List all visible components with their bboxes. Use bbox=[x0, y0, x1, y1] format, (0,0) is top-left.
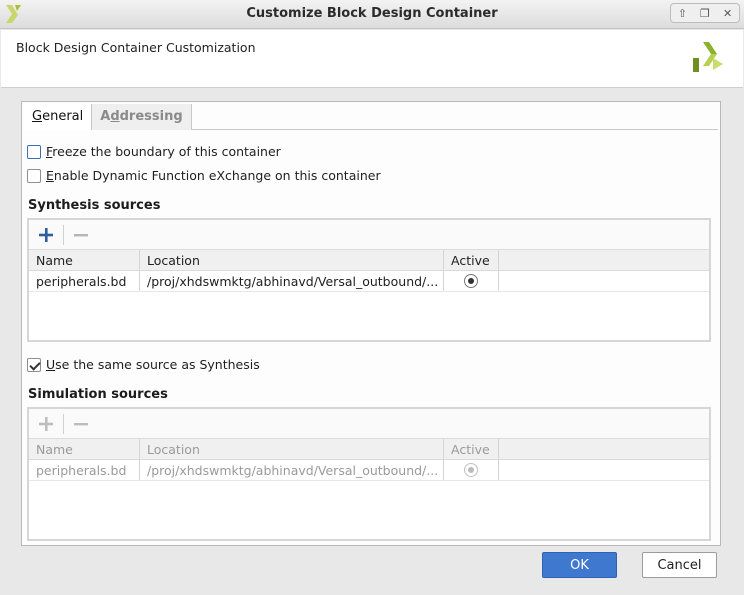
window-title: Customize Block Design Container bbox=[246, 6, 498, 21]
minus-icon bbox=[74, 422, 88, 425]
remove-synthesis-source-button[interactable] bbox=[70, 224, 92, 246]
column-location[interactable]: Location bbox=[140, 439, 444, 459]
window-controls: ⇧ ❐ ✕ bbox=[670, 3, 740, 23]
column-name[interactable]: Name bbox=[29, 439, 140, 459]
synthesis-grid: Name Location Active peripherals.bd /pro… bbox=[29, 250, 709, 292]
simulation-grid: Name Location Active peripherals.bd /pro… bbox=[29, 439, 709, 481]
move-up-icon[interactable]: ⇧ bbox=[673, 7, 691, 20]
simulation-sources-title: Simulation sources bbox=[28, 387, 168, 402]
freeze-boundary-label: Freeze the boundary of this container bbox=[46, 144, 281, 159]
column-active[interactable]: Active bbox=[444, 250, 499, 270]
row-name: peripherals.bd bbox=[29, 271, 140, 291]
close-icon[interactable]: ✕ bbox=[719, 7, 737, 20]
simulation-sources-table: Name Location Active peripherals.bd /pro… bbox=[27, 407, 711, 541]
column-active[interactable]: Active bbox=[444, 439, 499, 459]
row-name: peripherals.bd bbox=[29, 460, 140, 480]
synthesis-sources-table: Name Location Active peripherals.bd /pro… bbox=[27, 218, 711, 342]
tab-general[interactable]: General bbox=[24, 104, 93, 130]
tab-bar: General Addressing bbox=[24, 104, 718, 130]
dfx-option[interactable]: Enable Dynamic Function eXchange on this… bbox=[27, 168, 381, 183]
column-name[interactable]: Name bbox=[29, 250, 140, 270]
cancel-button[interactable]: Cancel bbox=[642, 552, 717, 578]
tab-addressing[interactable]: Addressing bbox=[92, 104, 192, 130]
table-header: Name Location Active bbox=[29, 250, 709, 271]
settings-panel: General Addressing Freeze the boundary o… bbox=[21, 101, 721, 546]
ok-button[interactable]: OK bbox=[542, 552, 617, 578]
plus-icon bbox=[39, 416, 53, 431]
same-source-checkbox[interactable] bbox=[27, 357, 41, 372]
row-location: /proj/xhdswmktg/abhinavd/Versal_outbound… bbox=[140, 460, 444, 480]
simulation-toolbar bbox=[29, 409, 709, 439]
active-radio[interactable] bbox=[464, 463, 478, 477]
plus-icon bbox=[39, 227, 53, 242]
restore-icon[interactable]: ❐ bbox=[696, 7, 714, 20]
active-radio[interactable] bbox=[464, 274, 478, 288]
page-title: Block Design Container Customization bbox=[16, 40, 256, 55]
add-synthesis-source-button[interactable] bbox=[35, 224, 57, 246]
freeze-boundary-option[interactable]: Freeze the boundary of this container bbox=[27, 144, 281, 159]
dialog-header: Block Design Container Customization bbox=[1, 30, 743, 88]
same-source-label: Use the same source as Synthesis bbox=[46, 357, 260, 372]
remove-simulation-source-button[interactable] bbox=[70, 413, 92, 435]
synthesis-toolbar bbox=[29, 220, 709, 250]
table-row[interactable]: peripherals.bd /proj/xhdswmktg/abhinavd/… bbox=[29, 271, 709, 292]
row-location: /proj/xhdswmktg/abhinavd/Versal_outbound… bbox=[140, 271, 444, 291]
column-location[interactable]: Location bbox=[140, 250, 444, 270]
same-source-option[interactable]: Use the same source as Synthesis bbox=[27, 357, 260, 372]
vendor-logo-icon bbox=[693, 42, 723, 72]
dfx-label: Enable Dynamic Function eXchange on this… bbox=[46, 168, 381, 183]
minus-icon bbox=[74, 233, 88, 236]
dfx-checkbox[interactable] bbox=[27, 168, 41, 183]
table-row[interactable]: peripherals.bd /proj/xhdswmktg/abhinavd/… bbox=[29, 460, 709, 481]
freeze-boundary-checkbox[interactable] bbox=[27, 144, 41, 159]
title-bar: Customize Block Design Container ⇧ ❐ ✕ bbox=[0, 0, 744, 29]
table-header: Name Location Active bbox=[29, 439, 709, 460]
synthesis-sources-title: Synthesis sources bbox=[28, 198, 161, 213]
add-simulation-source-button[interactable] bbox=[35, 413, 57, 435]
